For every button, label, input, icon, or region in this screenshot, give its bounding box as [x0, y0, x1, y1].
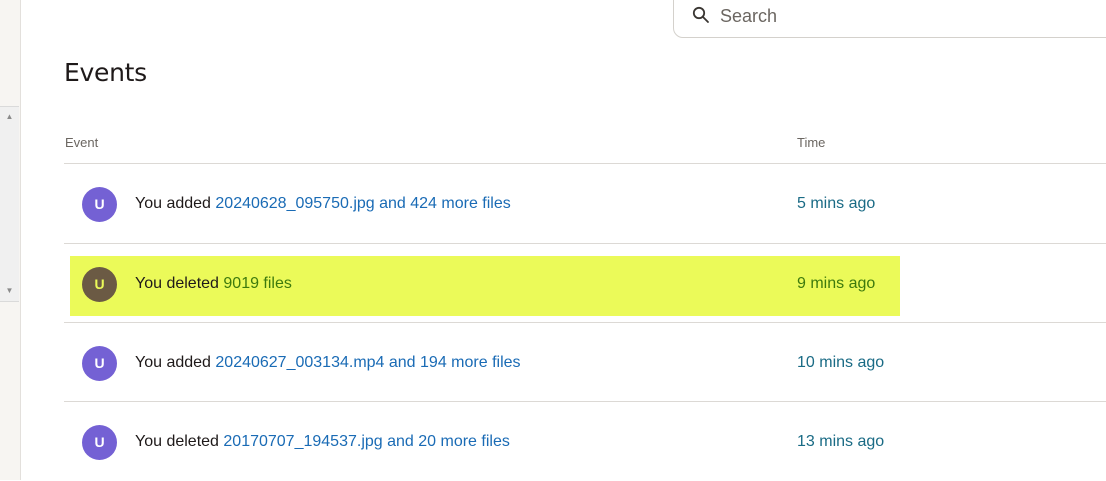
event-files-link[interactable]: 20240627_003134.mp4 and 194 more files [215, 354, 520, 371]
table-row[interactable]: U You added 20240628_095750.jpg and 424 … [64, 164, 1106, 243]
event-time[interactable]: 10 mins ago [797, 354, 884, 372]
table-row[interactable]: U You deleted 20170707_194537.jpg and 20… [64, 402, 1106, 481]
event-time[interactable]: 13 mins ago [797, 433, 884, 451]
column-header-event[interactable]: Event [65, 135, 98, 150]
event-action: You added [135, 195, 216, 212]
event-files-link[interactable]: 20170707_194537.jpg and 20 more files [223, 433, 509, 450]
avatar[interactable]: U [82, 267, 117, 302]
event-description: You added 20240628_095750.jpg and 424 mo… [135, 195, 511, 213]
event-files-link[interactable]: 9019 files [223, 275, 292, 292]
avatar[interactable]: U [82, 346, 117, 381]
event-description: You deleted 20170707_194537.jpg and 20 m… [135, 433, 510, 451]
page-title: Events [64, 58, 147, 87]
event-action: You deleted [135, 275, 224, 292]
avatar[interactable]: U [82, 187, 117, 222]
table-row[interactable]: U You added 20240627_003134.mp4 and 194 … [64, 323, 1106, 402]
column-header-time[interactable]: Time [797, 135, 825, 150]
avatar[interactable]: U [82, 425, 117, 460]
search-input[interactable] [718, 2, 1102, 30]
search-box[interactable] [673, 0, 1106, 38]
scroll-up-arrow-icon[interactable]: ▲ [0, 109, 19, 125]
event-action: You deleted [135, 433, 224, 450]
event-description: You added 20240627_003134.mp4 and 194 mo… [135, 354, 521, 372]
search-icon [692, 6, 709, 23]
event-files-link[interactable]: 20240628_095750.jpg and 424 more files [215, 195, 510, 212]
scroll-down-arrow-icon[interactable]: ▼ [0, 283, 19, 299]
scrollbar[interactable]: ▲ ▼ [0, 106, 19, 302]
left-gutter: ▲ ▼ [0, 0, 21, 480]
event-time[interactable]: 5 mins ago [797, 195, 875, 213]
table-row-highlighted[interactable]: U You deleted 9019 files 9 mins ago [64, 244, 1106, 323]
event-time[interactable]: 9 mins ago [797, 275, 875, 293]
event-description: You deleted 9019 files [135, 275, 292, 293]
event-action: You added [135, 354, 216, 371]
